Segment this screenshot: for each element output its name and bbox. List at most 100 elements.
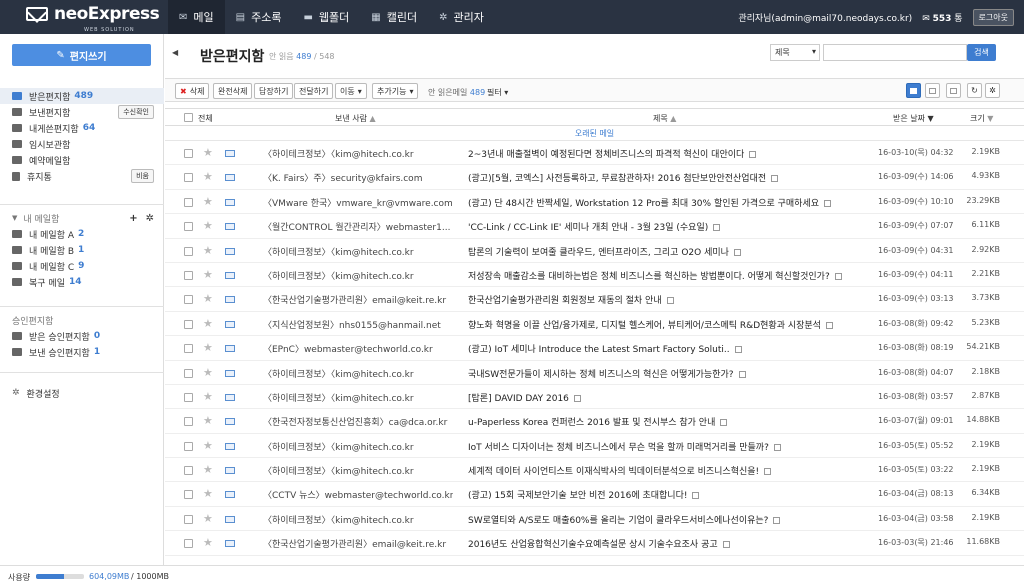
read-receipt-button[interactable]: 수신확인 — [118, 105, 154, 119]
column-subject[interactable]: 제목 ▲ — [653, 113, 676, 124]
sender[interactable]: 〈월간CONTROL 월간관리자〉webmaster1... — [263, 220, 453, 233]
perm-delete-button[interactable]: 완전삭제 — [213, 83, 253, 99]
star-icon[interactable]: ★ — [203, 366, 213, 379]
star-icon[interactable]: ★ — [203, 244, 213, 257]
preview-icon[interactable] — [773, 516, 781, 524]
table-row[interactable]: ★ 〈한국산업기술평가관리원〉email@keit.re.kr 한국산업기술평가관리… — [165, 287, 1024, 312]
table-row[interactable]: ★ 〈하이테크정보〉〈kim@hitech.co.kr 국내SW전문가들이 제시하는… — [165, 361, 1024, 385]
search-input[interactable] — [823, 44, 967, 61]
sender[interactable]: 〈EPnC〉webmaster@techworld.co.kr — [263, 342, 453, 355]
column-size[interactable]: 크기 ▼ — [970, 113, 993, 124]
more-button[interactable]: 추가기능 ▾ — [372, 83, 419, 99]
row-checkbox[interactable] — [184, 368, 193, 378]
subject[interactable]: 국내SW전문가들이 제시하는 정체 비즈니스의 혁신은 어떻게가능한가? — [468, 367, 868, 380]
gear-icon[interactable]: ✲ — [146, 213, 154, 224]
row-checkbox[interactable] — [184, 490, 193, 500]
star-icon[interactable]: ★ — [203, 195, 213, 208]
preview-icon[interactable] — [666, 297, 674, 305]
row-checkbox[interactable] — [184, 270, 193, 280]
table-row[interactable]: ★ 〈하이테크정보〉〈kim@hitech.co.kr [탑론] DAVID DAY… — [165, 385, 1024, 410]
sender[interactable]: 〈하이테크정보〉〈kim@hitech.co.kr — [263, 147, 453, 160]
preview-icon[interactable] — [771, 175, 779, 183]
sender[interactable]: 〈지식산업정보원〉nhs0155@hanmail.net — [263, 318, 453, 331]
row-checkbox[interactable] — [184, 222, 193, 232]
row-checkbox[interactable] — [184, 197, 193, 207]
table-row[interactable]: ★ 〈한국전자정보통신산업진흥회〉ca@dca.or.kr u-Paperless … — [165, 409, 1024, 434]
sender[interactable]: 〈VMware 한국〉vmware_kr@vmware.com — [263, 196, 453, 209]
sidebar-item-approval-inbox[interactable]: 받은 승인편지함 0 — [0, 328, 164, 344]
preview-icon[interactable] — [713, 224, 721, 232]
compose-button[interactable]: ✎ 편지쓰기 — [12, 44, 151, 66]
refresh-icon[interactable]: ↻ — [967, 83, 982, 98]
sidebar-item-approval-sent[interactable]: 보낸 승인편지함 1 — [0, 344, 164, 360]
star-icon[interactable]: ★ — [203, 146, 213, 159]
star-icon[interactable]: ★ — [203, 268, 213, 281]
nav-admin[interactable]: ✲ 관리자 — [428, 0, 495, 34]
subject[interactable]: (광고) 단 48시간 반짝세일, Workstation 12 Pro를 최대… — [468, 196, 868, 209]
table-row[interactable]: ★ 〈하이테크정보〉〈kim@hitech.co.kr SW로열티와 A/S로도 매… — [165, 507, 1024, 532]
sidebar-item-trash[interactable]: 휴지통 비움 — [0, 168, 164, 184]
logo[interactable]: neoExpress WEB SOLUTION — [26, 6, 160, 33]
row-checkbox[interactable] — [184, 173, 193, 183]
row-checkbox[interactable] — [184, 466, 193, 476]
subject[interactable]: (광고)[5월, 코엑스] 사전등록하고, 무료참관하자! 2016 첨단보안안… — [468, 171, 868, 184]
table-row[interactable]: ★ 〈하이테크정보〉〈kim@hitech.co.kr 세계적 데이터 사이언티스트… — [165, 458, 1024, 483]
nav-addressbook[interactable]: ▤ 주소록 — [225, 0, 293, 34]
sidebar-item-to-me[interactable]: 내게쓴편지함 64 — [0, 120, 164, 136]
sidebar-item-settings[interactable]: ✲ 환경설정 — [0, 385, 164, 401]
star-icon[interactable]: ★ — [203, 463, 213, 476]
table-row[interactable]: ★ 〈하이테크정보〉〈kim@hitech.co.kr IoT 서비스 디자이너는 … — [165, 434, 1024, 459]
preview-icon[interactable] — [733, 248, 741, 256]
subject[interactable]: 한국산업기술평가관리원 회원정보 재동의 절차 안내 — [468, 293, 868, 306]
subject[interactable]: (광고) 15회 국제보안기술 보안 비전 2016에 초대합니다! — [468, 488, 868, 501]
table-row[interactable]: ★ 〈하이테크정보〉〈kim@hitech.co.kr 2~3년내 매출절벽이 예정… — [165, 141, 1024, 166]
search-field-select[interactable]: 제목 — [770, 44, 820, 61]
preview-icon[interactable] — [573, 394, 581, 402]
view-vertical-split-icon[interactable] — [925, 83, 940, 98]
sidebar-item-drafts[interactable]: 임시보관함 — [0, 136, 164, 152]
table-row[interactable]: ★ 〈EPnC〉webmaster@techworld.co.kr (광고) IoT… — [165, 336, 1024, 361]
table-row[interactable]: ★ 〈VMware 한국〉vmware_kr@vmware.com (광고) 단 4… — [165, 190, 1024, 215]
star-icon[interactable]: ★ — [203, 317, 213, 330]
sidebar-item-inbox[interactable]: 받은편지함 489 — [0, 88, 164, 104]
notify-count[interactable]: ✉ 553 통 — [922, 11, 962, 24]
preview-icon[interactable] — [825, 321, 833, 329]
nav-mail[interactable]: ✉ 메일 — [168, 0, 225, 34]
logout-button[interactable]: 로그아웃 — [972, 8, 1014, 26]
unread-filter[interactable]: 안 읽은메일 489 — [428, 87, 485, 98]
sidebar-item-recovered[interactable]: 복구 메일 14 — [0, 274, 164, 290]
empty-trash-button[interactable]: 비움 — [131, 169, 154, 183]
preview-icon[interactable] — [824, 199, 832, 207]
nav-calendar[interactable]: ▦ 캘린더 — [360, 0, 428, 34]
row-checkbox[interactable] — [184, 392, 193, 402]
table-row[interactable]: ★ 〈월간CONTROL 월간관리자〉webmaster1... 'CC-Link … — [165, 214, 1024, 239]
my-mailbox-section[interactable]: ▼ 내 메일함 + ✲ — [0, 210, 164, 226]
sidebar-item-my-c[interactable]: 내 메일함 C9 — [0, 258, 164, 274]
sender[interactable]: 〈하이테크정보〉〈kim@hitech.co.kr — [263, 269, 453, 282]
sender[interactable]: 〈한국산업기술평가관리원〉email@keit.re.kr — [263, 537, 453, 550]
preview-icon[interactable] — [773, 443, 781, 451]
move-button[interactable]: 이동 ▾ — [335, 83, 367, 99]
preview-icon[interactable] — [720, 419, 728, 427]
sidebar-item-sent[interactable]: 보낸편지함 수신확인 — [0, 104, 164, 120]
column-date[interactable]: 받은 날짜 ▼ — [893, 113, 934, 124]
search-button[interactable]: 검색 — [967, 44, 996, 61]
subject[interactable]: 향노화 혁명을 이끌 산업/융가제로, 디지털 헬스케어, 뷰티케어/코스메틱 … — [468, 318, 868, 331]
add-folder-icon[interactable]: + — [129, 213, 137, 224]
table-row[interactable]: ★ 〈CCTV 뉴스〉webmaster@techworld.co.kr (광고) … — [165, 482, 1024, 507]
row-checkbox[interactable] — [184, 319, 193, 329]
sender[interactable]: 〈하이테크정보〉〈kim@hitech.co.kr — [263, 367, 453, 380]
row-checkbox[interactable] — [184, 149, 193, 158]
preview-icon[interactable] — [738, 370, 746, 378]
subject[interactable]: 탑론의 기술력이 보여줄 클라우드, 엔터프라이즈, 그리고 O2O 세미나 — [468, 245, 868, 258]
star-icon[interactable]: ★ — [203, 292, 213, 305]
delete-button[interactable]: ✖ 삭제 — [175, 83, 210, 99]
sender[interactable]: 〈하이테크정보〉〈kim@hitech.co.kr — [263, 391, 453, 404]
gear-icon[interactable]: ✲ — [985, 83, 1000, 98]
table-row[interactable]: ★ 〈K. Fairs〉주〉security@kfairs.com (광고)[5월,… — [165, 165, 1024, 190]
view-horizontal-split-icon[interactable] — [946, 83, 961, 98]
preview-icon[interactable] — [749, 151, 757, 158]
user-name[interactable]: 관리자님(admin@mail70.neodays.co.kr) — [738, 11, 912, 24]
subject[interactable]: 'CC-Link / CC-Link IE' 세미나 개최 안내 - 3월 23… — [468, 220, 868, 233]
view-list-icon[interactable] — [906, 83, 921, 98]
